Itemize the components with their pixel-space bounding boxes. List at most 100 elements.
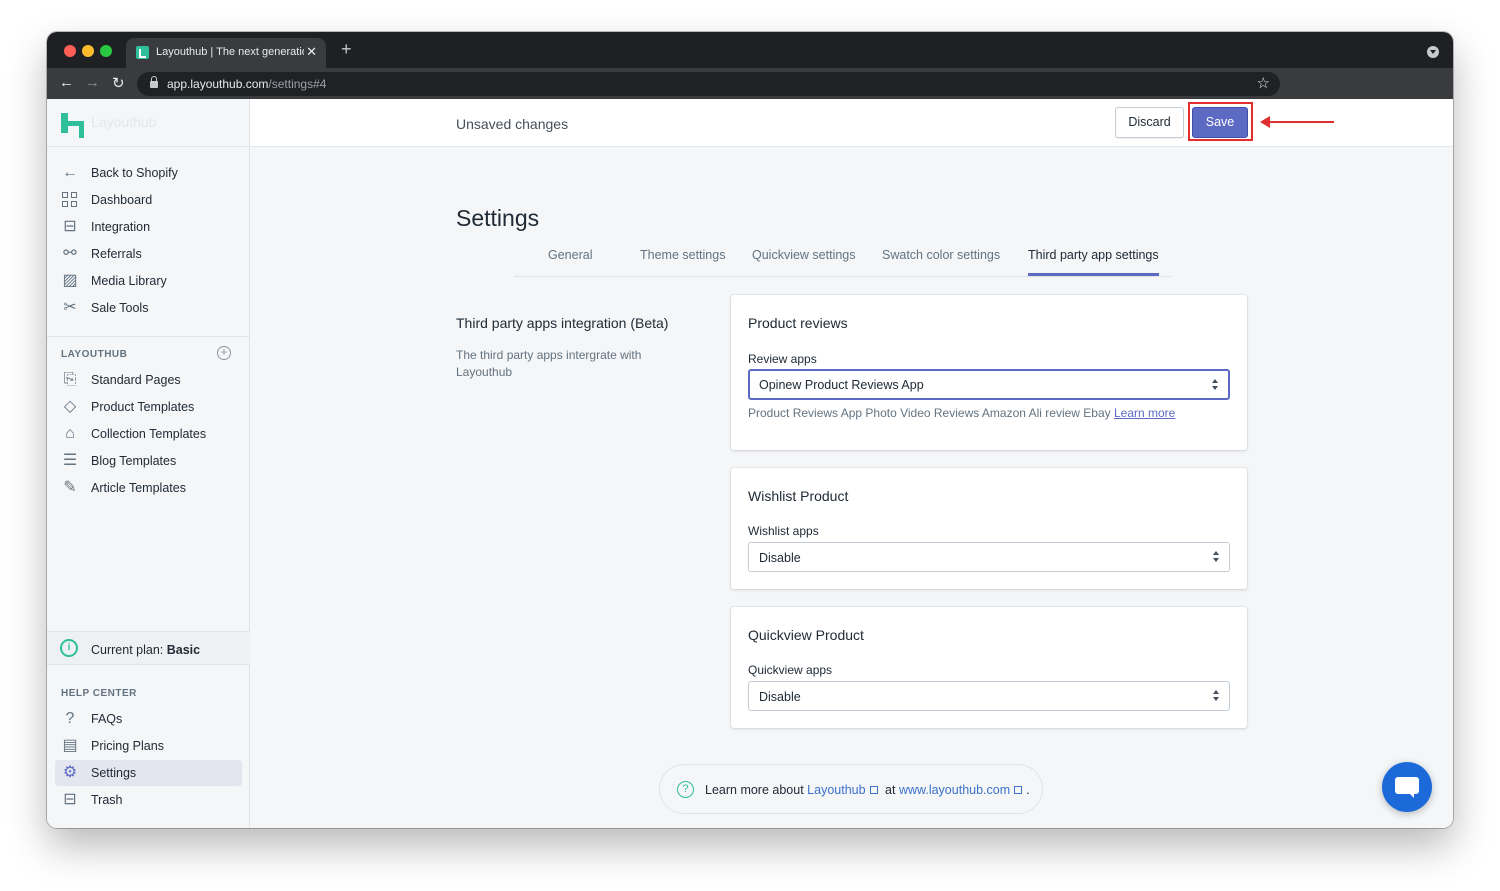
discard-button[interactable]: Discard [1115,107,1184,138]
sidebar-item-label: FAQs [91,712,123,726]
help-question-icon: ? [677,781,694,798]
select-value: Disable [759,690,801,704]
sidebar-item-sale-tools[interactable]: ✂ Sale Tools [55,295,242,321]
contextual-save-bar: Unsaved changes Discard Save [250,99,1453,147]
url-path: /settings#4 [268,77,327,91]
tag-icon: ◇ [63,398,77,415]
collection-icon: ⌂ [65,425,75,442]
browser-window: Layouthub | The next generatio ✕ + ← → ↻… [47,32,1453,828]
info-icon: i [60,639,78,657]
integration-icon: ⊟ [63,218,77,235]
browser-tab-title: Layouthub | The next generatio [156,46,304,58]
current-plan-box[interactable]: i Current plan: Basic [47,631,250,665]
blog-icon: ☰ [62,452,78,469]
sidebar-item-settings[interactable]: ⚙ Settings [55,760,242,786]
question-icon: ? [65,710,75,727]
reload-icon[interactable]: ↻ [112,74,125,92]
settings-tabs: General Theme settings Quickview setting… [514,241,1171,277]
plan-value: Basic [166,643,201,657]
card-title: Product reviews [748,315,848,331]
tab-quickview-settings[interactable]: Quickview settings [752,248,856,262]
sidebar-divider [47,336,250,337]
sidebar-item-label: Trash [91,793,123,807]
new-tab-icon[interactable]: + [341,39,352,60]
tab-swatch-color-settings[interactable]: Swatch color settings [882,248,1000,262]
referrals-icon: ⚯ [63,245,77,262]
clipboard-icon: ▤ [62,737,78,754]
lock-icon [150,76,158,88]
close-tab-icon[interactable]: ✕ [306,44,317,60]
website-link[interactable]: www.layouthub.com [899,783,1010,797]
layouthub-favicon-icon [136,46,149,59]
wishlist-apps-select[interactable]: Disable [748,542,1230,572]
sidebar-item-label: Standard Pages [91,373,181,387]
sidebar-item-label: Dashboard [91,193,153,207]
maximize-window-button[interactable] [100,45,112,57]
sidebar-item-product-templates[interactable]: ◇ Product Templates [55,394,242,420]
sidebar-item-integration[interactable]: ⊟ Integration [55,214,242,240]
tab-theme-settings[interactable]: Theme settings [640,248,725,262]
app-area: Layouthub ← Back to Shopify Dashboard ⊟ … [47,99,1453,828]
sidebar-item-label: Pricing Plans [91,739,164,753]
select-arrows-icon [1213,690,1219,702]
arrow-left-icon: ← [62,164,78,181]
tools-icon: ✂ [63,299,77,316]
sidebar-item-blog-templates[interactable]: ☰ Blog Templates [55,448,242,474]
sidebar-item-standard-pages[interactable]: ⎘ Standard Pages [55,367,242,393]
sidebar-item-pricing-plans[interactable]: ▤ Pricing Plans [55,733,242,759]
review-apps-label: Review apps [748,352,817,366]
sidebar-item-collection-templates[interactable]: ⌂ Collection Templates [55,421,242,447]
review-apps-select[interactable]: Opinew Product Reviews App [748,369,1230,400]
url-text: app.layouthub.com/settings#4 [167,77,326,91]
sidebar-item-dashboard[interactable]: Dashboard [55,187,242,213]
learn-more-footer: ? Learn more about Layouthub at www.layo… [659,764,1043,814]
minimize-window-button[interactable] [82,45,94,57]
external-link-icon [1014,786,1023,794]
bookmark-star-icon[interactable]: ☆ [1257,74,1270,92]
help-center-title: HELP CENTER [61,688,137,699]
chat-support-button[interactable] [1382,762,1432,812]
add-page-icon[interactable]: + [217,346,231,360]
page-title: Settings [456,205,540,231]
select-arrows-icon [1212,379,1218,391]
active-tab-indicator [1028,273,1159,276]
chat-icon [1395,777,1419,798]
profile-menu-icon[interactable] [1427,46,1439,58]
sidebar-item-back-to-shopify[interactable]: ← Back to Shopify [55,160,242,186]
section-description: The third party apps intergrate with Lay… [456,348,642,379]
external-link-icon [869,786,878,794]
edit-icon: ✎ [63,479,77,496]
sidebar-item-label: Referrals [91,247,142,261]
close-window-button[interactable] [64,45,76,57]
browser-tab[interactable]: Layouthub | The next generatio ✕ [126,38,326,68]
sidebar-item-label: Sale Tools [91,301,149,315]
learn-more-link[interactable]: Learn more [1114,406,1175,420]
layouthub-link[interactable]: Layouthub [807,783,865,797]
arrow-annotation-icon [1260,116,1334,128]
sidebar-item-label: Back to Shopify [91,166,178,180]
url-host: app.layouthub.com [167,77,269,91]
sidebar-item-media-library[interactable]: ▨ Media Library [55,268,242,294]
image-icon: ▨ [62,272,78,289]
back-icon[interactable]: ← [59,74,74,91]
section-heading: Third party apps integration (Beta) [456,315,669,331]
tab-third-party-app-settings[interactable]: Third party app settings [1028,248,1159,262]
logo-area[interactable]: Layouthub [47,99,250,147]
dashboard-icon [62,192,78,208]
page-icon: ⎘ [63,371,77,388]
quickview-product-card: Quickview Product Quickview apps Disable [731,607,1247,728]
sidebar-item-trash[interactable]: ⊟ Trash [55,787,242,813]
product-reviews-card: Product reviews Review apps Opinew Produ… [731,295,1247,450]
address-bar[interactable]: app.layouthub.com/settings#4 ☆ [137,72,1280,96]
tab-general[interactable]: General [548,248,592,262]
unsaved-changes-text: Unsaved changes [456,116,569,132]
quickview-apps-select[interactable]: Disable [748,681,1230,711]
sidebar-item-label: Collection Templates [91,427,207,441]
sidebar-item-faqs[interactable]: ? FAQs [55,706,242,732]
layouthub-section-title: LAYOUTHUB [61,349,128,360]
sidebar-item-article-templates[interactable]: ✎ Article Templates [55,475,242,501]
sidebar-item-referrals[interactable]: ⚯ Referrals [55,241,242,267]
sidebar-item-label: Article Templates [91,481,186,495]
select-arrows-icon [1213,551,1219,563]
forward-icon[interactable]: → [85,74,100,91]
